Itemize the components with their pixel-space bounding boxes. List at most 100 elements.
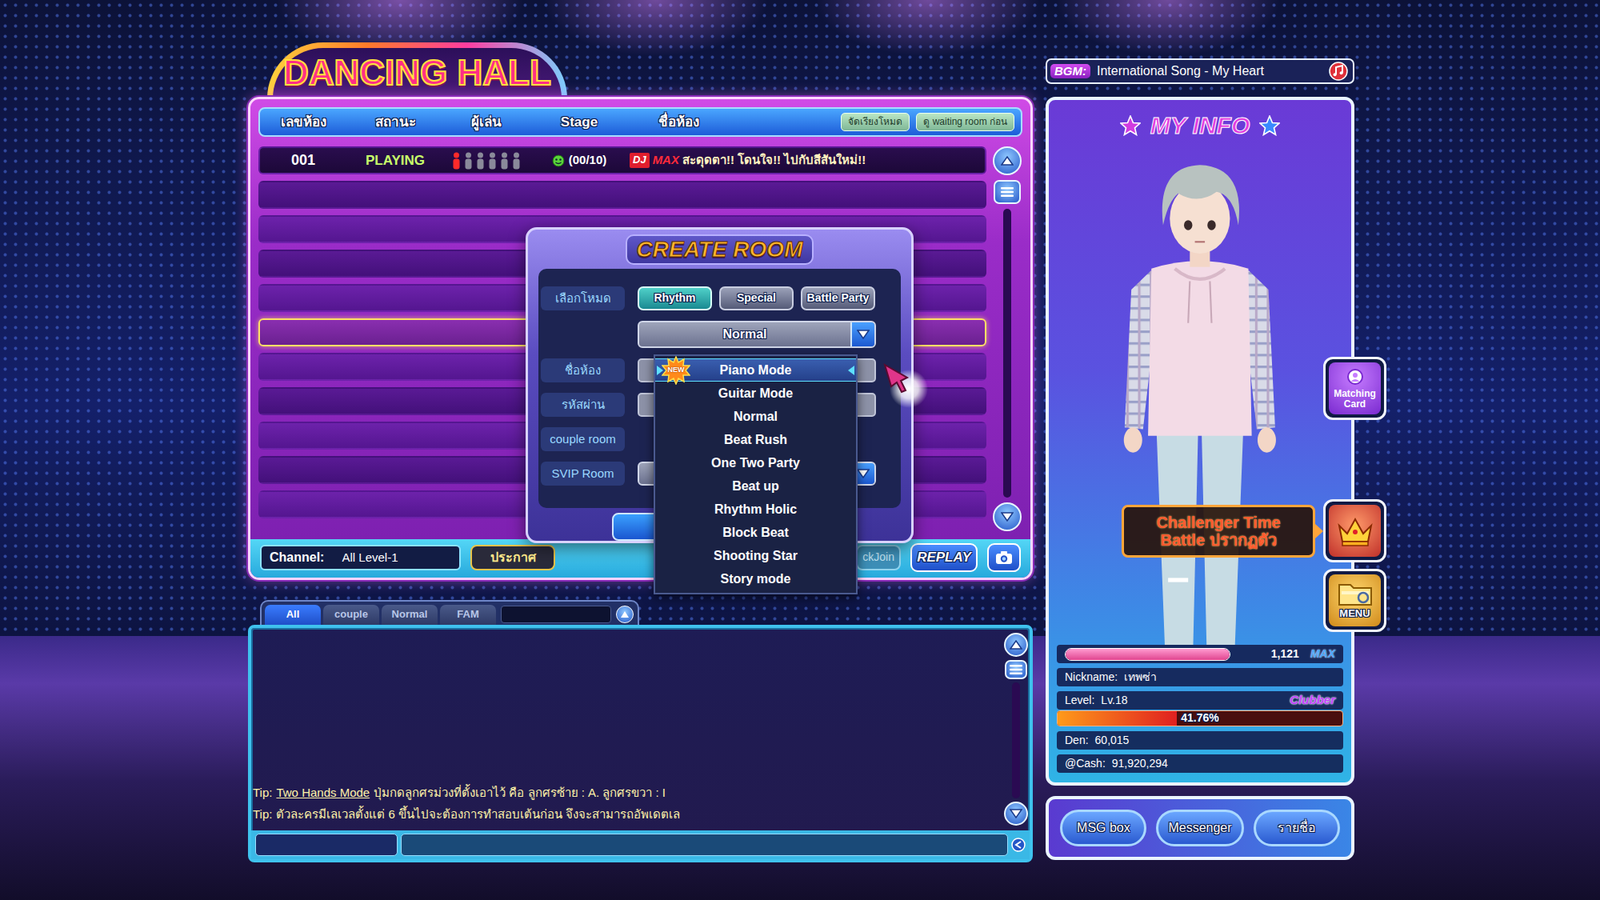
mode-tab[interactable]: Special <box>719 286 794 311</box>
screenshot-button[interactable] <box>987 543 1021 572</box>
chat-target-input[interactable] <box>255 833 398 856</box>
list-icon <box>1000 186 1015 198</box>
player-slot-icon <box>464 152 473 170</box>
form-label: รหัสผ่าน <box>540 392 625 417</box>
form-label: couple room <box>540 427 625 452</box>
send-icon[interactable] <box>1011 837 1026 852</box>
level-label: Level: <box>1064 693 1095 708</box>
tip-label: Tip: <box>252 807 272 821</box>
chat-input-row <box>251 830 1030 860</box>
option-label: Piano Mode <box>720 362 792 379</box>
chat-scroll-down[interactable] <box>1004 801 1028 826</box>
music-note-icon[interactable] <box>1328 61 1348 81</box>
quick-join-button[interactable]: ckJoin <box>856 544 901 571</box>
matching-card-face: Matching Card <box>1328 362 1381 415</box>
submode-option[interactable]: Guitar Mode <box>655 381 856 405</box>
column-header: ชื่อห้อง <box>629 113 728 131</box>
menu-label: MENU <box>1339 607 1370 620</box>
submode-option[interactable]: Normal <box>655 404 856 428</box>
chat-tab[interactable]: FAM <box>440 604 496 625</box>
submode-option[interactable]: Shooting Star <box>655 544 856 568</box>
waiting-room-button[interactable]: ดู waiting room ก่อน <box>916 112 1015 132</box>
matching-card-button[interactable]: Matching Card <box>1323 356 1387 420</box>
chat-tab[interactable]: couple <box>323 604 380 625</box>
smiley-icon <box>552 154 565 168</box>
exp-reading: 41.76% <box>1057 711 1343 726</box>
level: Level:Lv.18Clubber <box>1056 691 1344 710</box>
channel-bar: Channel:All Level-1ประกาศckJoinREPLAY <box>250 539 1031 578</box>
scroll-down-button[interactable] <box>992 502 1022 532</box>
dancing-hall-logo: DANCING HALL <box>270 50 564 94</box>
level-value: Lv.18 <box>1100 693 1128 708</box>
bottom-button[interactable]: Messenger <box>1156 809 1244 847</box>
matching-card-label: Matching Card <box>1328 388 1381 409</box>
my-info-panel: MY INFO 1,121MAX Nickname:เทพซ่า Level: Lv.1… <box>1045 96 1355 786</box>
form-row: Normal <box>540 320 890 348</box>
room-row[interactable]: 001PLAYING(00/10)DJMAXสะดุดตา!! โดนใจ!! … <box>258 146 987 175</box>
bottom-button[interactable]: MSG box <box>1060 809 1147 847</box>
challenger-button[interactable] <box>1323 499 1387 563</box>
arrow-up-icon <box>1009 640 1023 650</box>
chat-list-button[interactable] <box>1004 660 1028 680</box>
chat-line: Tip:ตัวละครมีเลเวลตั้งแต่ 6 ขึ้นไปจะต้อง… <box>252 806 1000 823</box>
chat-scroll-up[interactable] <box>1004 632 1028 657</box>
arrow-down-icon <box>856 329 870 340</box>
option-label: One Two Party <box>711 455 800 472</box>
chat-scroll-track[interactable] <box>1012 682 1020 799</box>
replay-button[interactable]: REPLAY <box>910 543 978 572</box>
dialog-title-bar: CREATE ROOM <box>538 234 901 265</box>
challenger-callout: Challenger TimeBattle ปรากฏตัว <box>1121 504 1316 558</box>
column-header: สถานะ <box>346 113 444 131</box>
mouse-cursor-icon <box>880 360 930 410</box>
list-icon <box>1008 664 1024 676</box>
option-label: Beat Rush <box>724 432 788 448</box>
callout-line: Challenger Time <box>1130 513 1307 532</box>
submode-option[interactable]: Block Beat <box>655 520 856 544</box>
list-view-button[interactable] <box>993 180 1021 204</box>
den-label: Den: <box>1064 733 1089 748</box>
submode-option[interactable]: NEWPiano Mode <box>655 358 856 382</box>
info-column: BGM:International Song - My Heart MY INF… <box>1045 0 1355 900</box>
chat-tab-bar: AllcoupleNormalFAM <box>260 600 640 625</box>
option-label: Block Beat <box>722 524 789 541</box>
bgm-bar: BGM:International Song - My Heart <box>1045 58 1355 84</box>
menu-face: MENU <box>1328 574 1381 627</box>
submode-option[interactable]: Story mode <box>655 567 856 591</box>
scroll-up-button[interactable] <box>992 146 1022 176</box>
mode-tab[interactable]: Rhythm <box>637 286 712 311</box>
chat-message-input[interactable] <box>400 833 1008 856</box>
player-slot-icon <box>488 152 497 170</box>
chat-tab[interactable]: All <box>264 604 321 625</box>
chat-tab[interactable]: Normal <box>381 604 438 625</box>
my-info-title-bar: MY INFO <box>1056 108 1344 144</box>
chat-panel: Tip:Two Hands Modeปุ่มกดลูกศรม่วงที่ตั้ง… <box>248 624 1033 863</box>
submode-option[interactable]: Beat Rush <box>655 428 856 452</box>
dancing-hall-screen: DANCING HALL เลขห้องสถานะผู้เล่นStageชื่… <box>0 0 1600 900</box>
chat-tab-toggle[interactable] <box>616 605 634 624</box>
submode-option[interactable]: Rhythm Holic <box>655 497 856 521</box>
lobby-column: DANCING HALL เลขห้องสถานะผู้เล่นStageชื่… <box>248 0 1033 900</box>
submode-option[interactable]: Beat up <box>655 474 856 498</box>
fame-row: 1,121MAX <box>1056 644 1344 664</box>
bottom-button[interactable]: รายชื่อ <box>1253 809 1340 847</box>
cash: @Cash:91,920,294 <box>1056 754 1344 773</box>
sort-mode-button[interactable]: จัดเรียงโหมด <box>840 112 910 132</box>
notice-button[interactable]: ประกาศ <box>470 544 556 571</box>
chat-main: Tip:Two Hands Modeปุ่มกดลูกศรม่วงที่ตั้ง… <box>251 628 1030 831</box>
option-label: Guitar Mode <box>718 385 793 402</box>
menu-button[interactable]: MENU <box>1323 568 1387 632</box>
nickname: Nickname:เทพซ่า <box>1056 668 1344 687</box>
dropdown-arrow[interactable] <box>850 322 875 347</box>
chat-filter-input[interactable] <box>500 605 612 624</box>
room-row-content: 001PLAYING(00/10)DJMAXสะดุดตา!! โดนใจ!! … <box>260 148 985 173</box>
camera-icon <box>994 549 1014 566</box>
submode-dropdown[interactable]: Normal <box>637 320 876 348</box>
matching-icon <box>1346 368 1364 386</box>
room-scrollbar <box>992 146 1023 532</box>
mode-tab[interactable]: Battle Party <box>800 286 876 311</box>
form-label: ชื่อห้อง <box>540 358 625 383</box>
room-row[interactable] <box>258 180 987 209</box>
scroll-track[interactable] <box>1003 208 1012 498</box>
fame-bar <box>1064 648 1231 661</box>
submode-option[interactable]: One Two Party <box>655 451 856 475</box>
